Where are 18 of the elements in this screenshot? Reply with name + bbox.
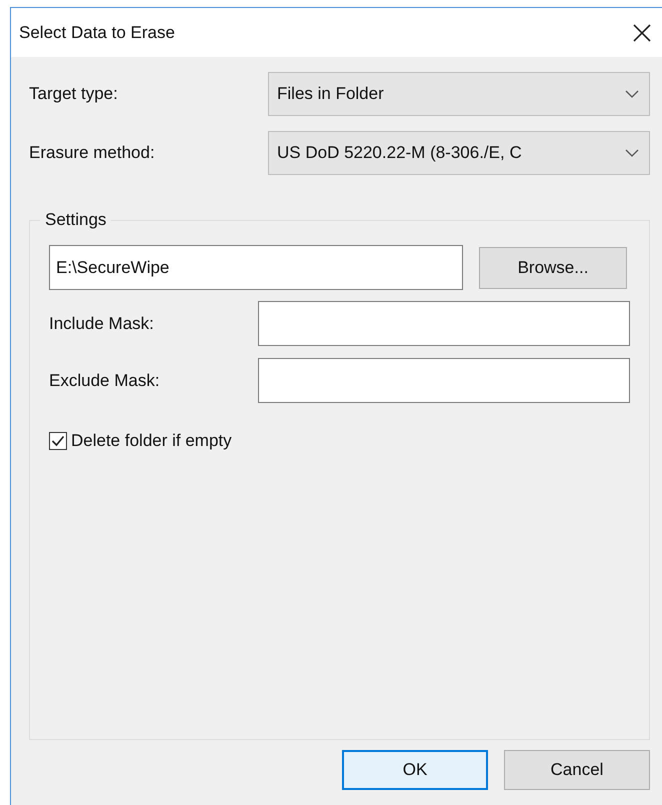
mask-field[interactable] xyxy=(258,301,630,346)
field-label: Erasure method: xyxy=(29,143,156,163)
close-icon[interactable] xyxy=(632,22,652,42)
browse-button[interactable]: Browse... xyxy=(479,246,627,288)
field-label: Target type: xyxy=(29,84,119,104)
window-title: Select Data to Erase xyxy=(19,22,175,42)
chevron-down-icon xyxy=(625,90,639,98)
mask-field[interactable] xyxy=(258,358,630,403)
mask-label: Include Mask: xyxy=(49,314,155,334)
checkbox-label[interactable]: Delete folder if empty xyxy=(71,431,232,451)
dialog-button[interactable]: Cancel xyxy=(504,750,650,790)
folder-path-field[interactable]: E:\SecureWipe xyxy=(49,245,463,290)
dropdown[interactable]: Files in Folder xyxy=(268,72,650,116)
dropdown[interactable]: US DoD 5220.22-M (8-306./E, C xyxy=(268,131,650,175)
dialog-button[interactable]: OK xyxy=(342,750,488,790)
chevron-down-icon xyxy=(625,149,639,157)
checkbox[interactable] xyxy=(49,432,67,450)
mask-label: Exclude Mask: xyxy=(49,370,161,390)
